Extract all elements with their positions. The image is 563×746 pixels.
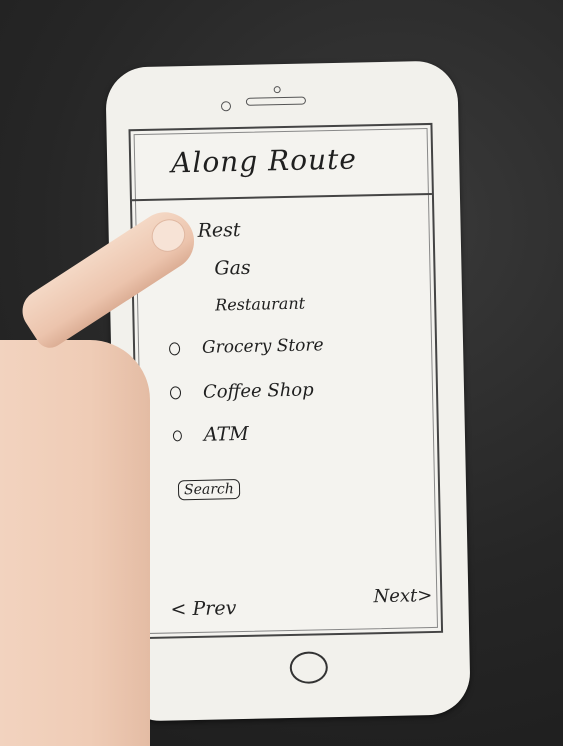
fingernail xyxy=(145,212,192,259)
option-label: Grocery Store xyxy=(201,335,324,358)
option-atm[interactable]: ATM xyxy=(172,422,249,447)
search-button[interactable]: Search xyxy=(177,479,241,501)
header: Along Route xyxy=(130,124,432,202)
paper-phone-prototype: Along Route Rest Gas Restaurant Grocery … xyxy=(105,60,471,722)
radio-button-icon[interactable] xyxy=(172,429,183,441)
option-label: Gas xyxy=(214,256,251,280)
option-label: Coffee Shop xyxy=(202,379,314,403)
hand xyxy=(0,340,150,746)
poi-options-list: Rest Gas Restaurant Grocery Store Coffee… xyxy=(162,215,412,446)
radio-button-icon[interactable] xyxy=(168,341,181,355)
prev-button[interactable]: < Prev xyxy=(170,597,236,620)
speaker-icon xyxy=(245,96,307,106)
option-label: Rest xyxy=(197,218,241,242)
phone-screen: Along Route Rest Gas Restaurant Grocery … xyxy=(128,122,444,640)
option-gas[interactable]: Gas xyxy=(181,257,251,280)
option-grocery-store[interactable]: Grocery Store xyxy=(168,335,324,358)
camera-icon xyxy=(220,101,232,112)
next-button[interactable]: Next> xyxy=(373,585,432,607)
option-restaurant[interactable]: Restaurant xyxy=(182,294,305,316)
option-label: ATM xyxy=(203,422,249,446)
page-title: Along Route xyxy=(170,142,358,180)
option-coffee-shop[interactable]: Coffee Shop xyxy=(169,379,314,403)
radio-button-icon[interactable] xyxy=(169,386,182,400)
sensor-icon xyxy=(273,86,281,94)
home-button[interactable] xyxy=(289,651,329,685)
photo-background: Along Route Rest Gas Restaurant Grocery … xyxy=(0,0,563,746)
option-label: Restaurant xyxy=(214,293,306,315)
